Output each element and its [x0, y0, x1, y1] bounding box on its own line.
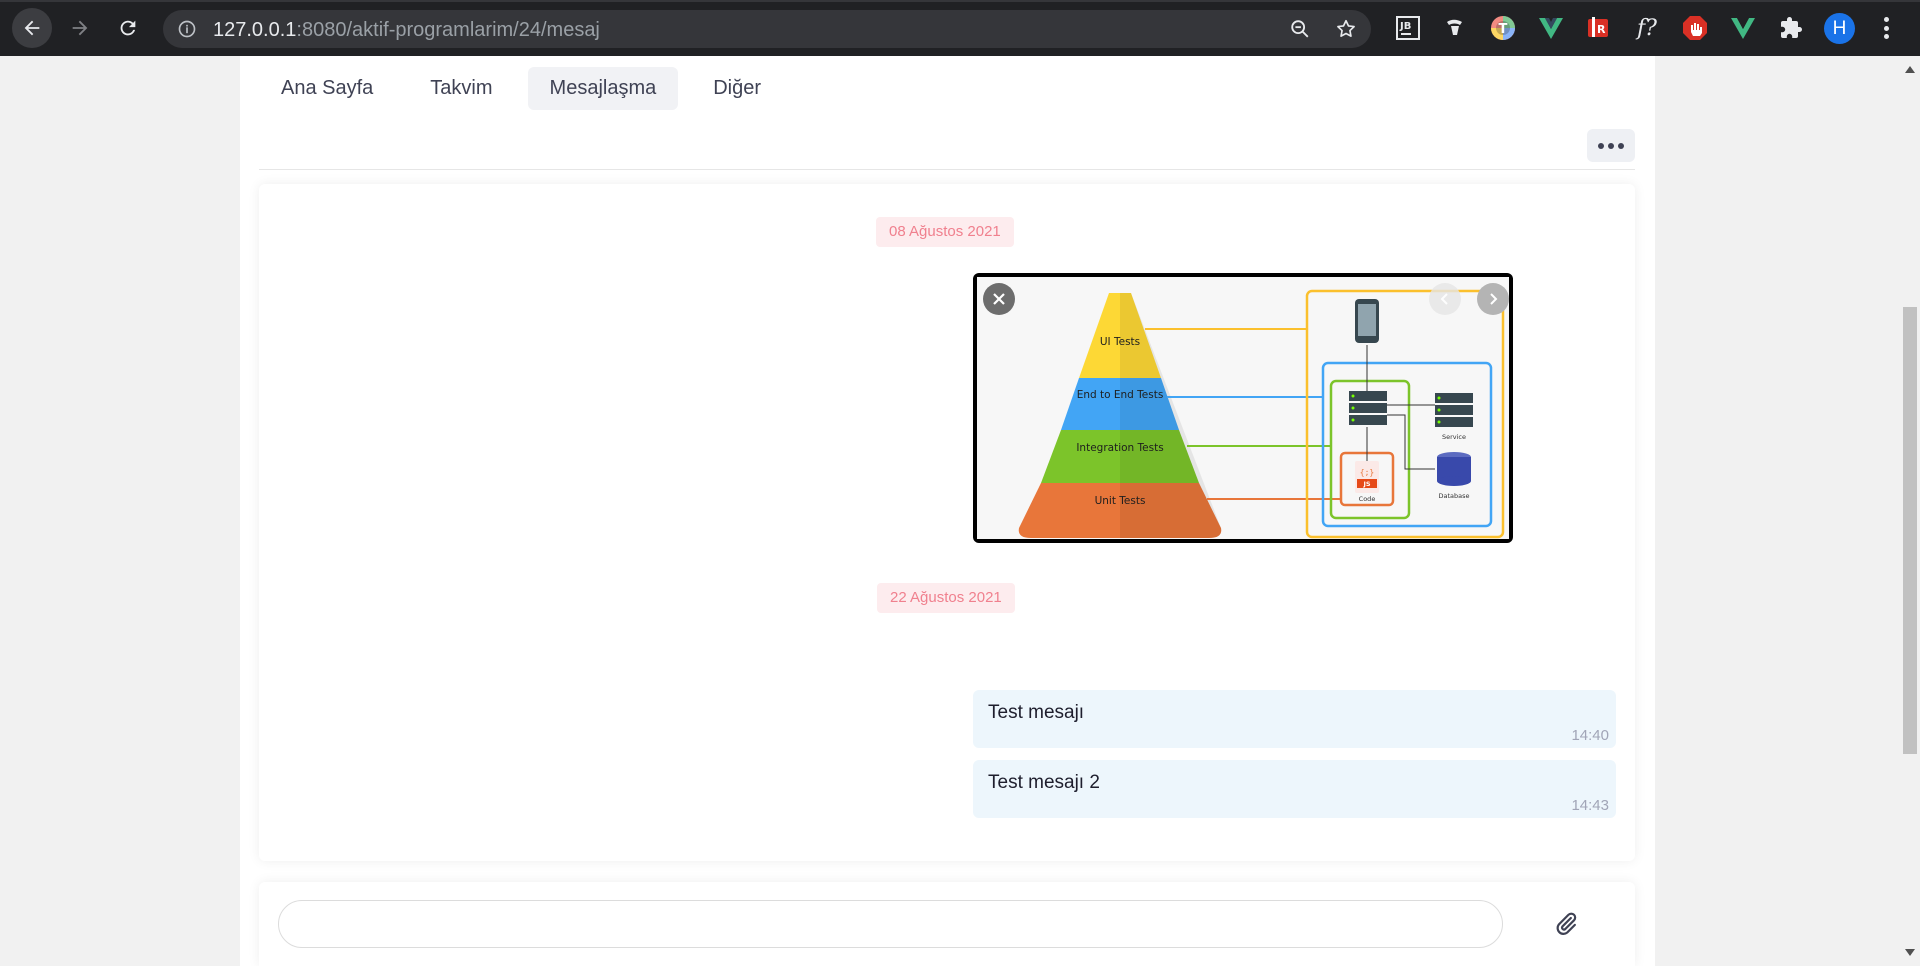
vue-icon[interactable] — [1729, 14, 1757, 42]
tabs-divider — [259, 169, 1635, 170]
browser-toolbar: 127.0.0.1:8080/aktif-programlarim/24/mes… — [0, 0, 1920, 56]
paperclip-icon — [1556, 912, 1577, 935]
tab-ana-sayfa[interactable]: Ana Sayfa — [259, 67, 395, 110]
profile-avatar[interactable]: H — [1824, 13, 1855, 44]
font-finder-icon[interactable]: f? — [1633, 14, 1661, 42]
pyramid-label-e2e: End to End Tests — [1077, 389, 1164, 401]
jetbrains-icon[interactable]: JB — [1394, 14, 1422, 42]
testing-pyramid-image: UI Tests End to End Tests Integration Te… — [977, 277, 1509, 539]
pen-icon[interactable] — [1441, 14, 1469, 42]
zoom-out-icon[interactable] — [1289, 18, 1311, 44]
diagram-label-service: Service — [1442, 433, 1466, 441]
puzzle-icon[interactable] — [1777, 14, 1805, 42]
svg-text:R: R — [1597, 23, 1606, 36]
bookmark-star-icon[interactable] — [1335, 18, 1357, 44]
diagram-label-database: Database — [1438, 492, 1469, 500]
pyramid-label-integration: Integration Tests — [1076, 442, 1163, 454]
forward-button[interactable] — [60, 8, 100, 48]
jb-label: JB — [1399, 21, 1411, 32]
t-icon[interactable]: T — [1489, 14, 1517, 42]
message-time: 14:40 — [1571, 727, 1609, 744]
program-tabs: Ana Sayfa Takvim Mesajlaşma Diğer — [259, 64, 796, 112]
page: Ana Sayfa Takvim Mesajlaşma Diğer 08 Ağu… — [0, 56, 1900, 966]
image-message[interactable]: UI Tests End to End Tests Integration Te… — [973, 273, 1513, 543]
reload-button[interactable] — [108, 8, 148, 48]
stop-icon[interactable] — [1681, 14, 1709, 42]
tab-strip-edge — [0, 0, 1920, 2]
browser-menu-icon[interactable] — [1874, 14, 1898, 42]
message-input[interactable] — [278, 900, 1503, 948]
message-composer — [259, 882, 1635, 966]
diagram-label-js: JS — [1362, 480, 1370, 488]
tab-takvim[interactable]: Takvim — [408, 67, 514, 110]
message-time: 14:43 — [1571, 797, 1609, 814]
date-separator: 08 Ağustos 2021 — [876, 217, 1014, 247]
next-image-button[interactable] — [1477, 283, 1509, 315]
chevron-left-icon — [1440, 293, 1448, 305]
page-scrollbar[interactable] — [1900, 56, 1920, 966]
scroll-down-arrow[interactable] — [1905, 949, 1915, 956]
vue-devtools-icon[interactable] — [1537, 14, 1565, 42]
scroll-up-arrow[interactable] — [1905, 66, 1915, 73]
pyramid-label-ui: UI Tests — [1100, 336, 1140, 348]
url-text[interactable]: 127.0.0.1:8080/aktif-programlarim/24/mes… — [213, 19, 600, 42]
arrow-left-icon — [24, 20, 40, 36]
message-bubble: Test mesajı 2 14:43 — [973, 760, 1616, 818]
message-text: Test mesajı 2 — [988, 772, 1100, 793]
tab-diger[interactable]: Diğer — [691, 67, 783, 110]
svg-text:T: T — [1499, 22, 1508, 37]
site-info-icon[interactable] — [177, 19, 197, 43]
reload-icon — [120, 20, 136, 36]
tab-mesajlasma[interactable]: Mesajlaşma — [527, 66, 679, 110]
close-icon — [993, 293, 1005, 305]
url-path: :8080/aktif-programlarim/24/mesaj — [296, 19, 600, 41]
message-text: Test mesajı — [988, 702, 1085, 723]
diagram-label-braces: {;} — [1360, 468, 1374, 477]
close-image-button[interactable] — [983, 283, 1015, 315]
address-bar[interactable]: 127.0.0.1:8080/aktif-programlarim/24/mes… — [163, 10, 1371, 48]
diagram-label-code: Code — [1359, 495, 1376, 503]
arrow-right-icon — [72, 20, 88, 36]
url-host: 127.0.0.1 — [213, 19, 297, 41]
chevron-right-icon — [1490, 293, 1498, 305]
back-button[interactable] — [12, 8, 52, 48]
previous-image-button[interactable] — [1429, 283, 1461, 315]
scrollbar-thumb[interactable] — [1903, 307, 1917, 754]
message-panel: 08 Ağustos 2021 UI Tests End to End Test… — [259, 184, 1635, 861]
date-separator: 22 Ağustos 2021 — [877, 583, 1015, 613]
attach-file-button[interactable] — [1550, 908, 1582, 940]
more-options-button[interactable] — [1587, 129, 1635, 162]
message-bubble: Test mesajı 14:40 — [973, 690, 1616, 748]
lr-icon[interactable]: R — [1585, 14, 1613, 42]
pyramid-label-unit: Unit Tests — [1095, 495, 1146, 507]
